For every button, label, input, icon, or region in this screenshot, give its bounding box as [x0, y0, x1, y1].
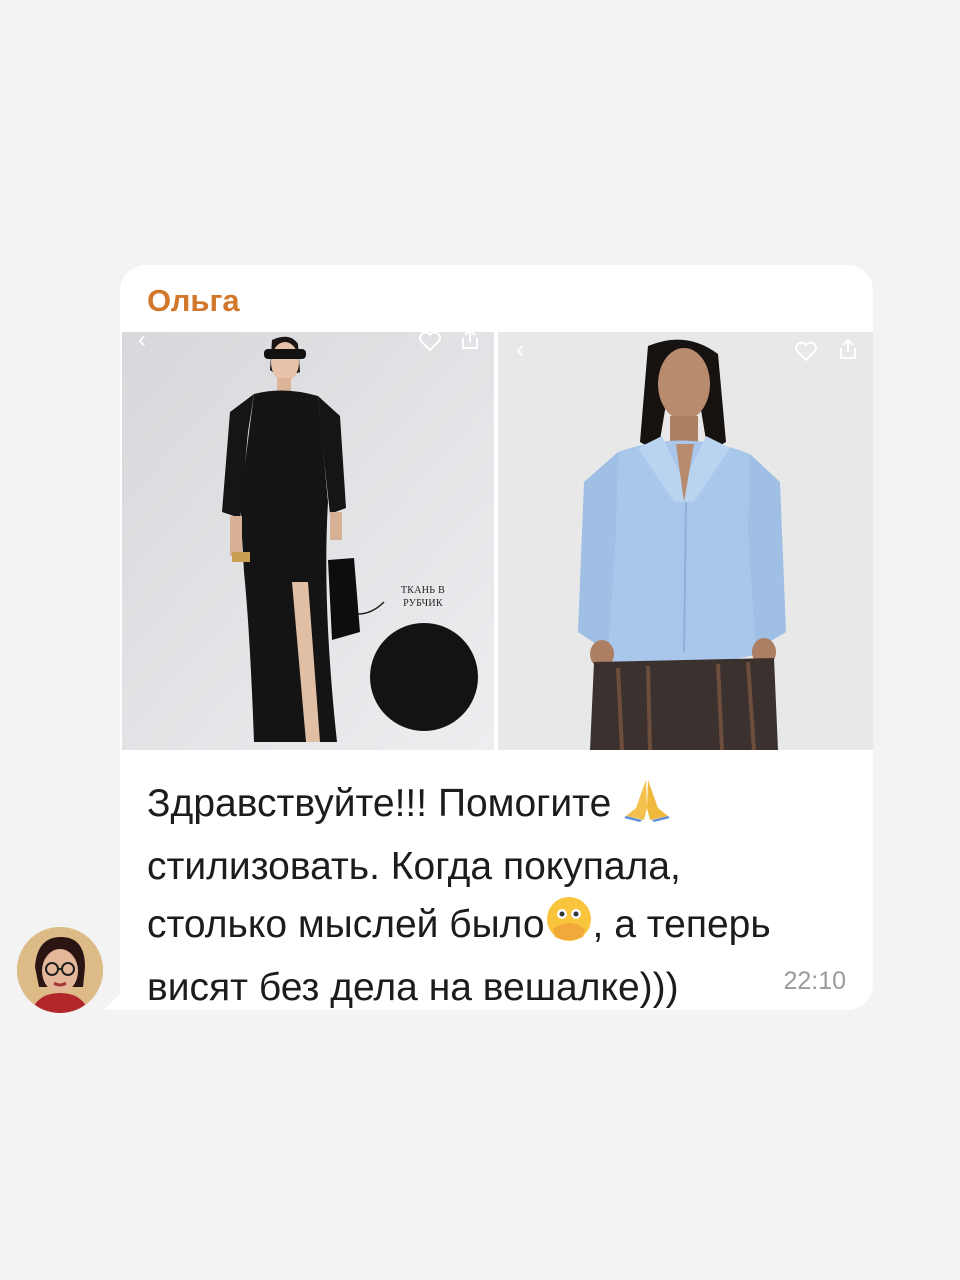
share-icon[interactable]: [460, 332, 480, 350]
message-line-3-tail: , а теперь: [592, 903, 771, 946]
message-line-3: столько мыслей было , а теперь: [147, 895, 837, 959]
message-text[interactable]: Здравствуйте!!! Помогите стилизовать. Ко…: [147, 775, 837, 1016]
share-icon[interactable]: [838, 338, 858, 360]
fabric-caption-line1: ТКАНЬ В: [400, 585, 446, 596]
fabric-caption-line2: РУБЧИК: [403, 598, 443, 609]
message-bubble[interactable]: Ольга ТКАНЬ В РУБЧИК ‹ ‹ Здравствуйте!!!…: [120, 265, 873, 1010]
avatar[interactable]: [17, 927, 103, 1013]
avatar-image: [17, 927, 103, 1013]
folded-hands-emoji: [622, 778, 672, 838]
fabric-caption: ТКАНЬ В РУБЧИК: [390, 584, 456, 610]
photo-album: ТКАНЬ В РУБЧИК ‹ ‹: [122, 332, 873, 750]
message-line-4: висят без дела на вешалке))): [147, 966, 679, 1009]
message-line-1-text: Здравствуйте!!! Помогите: [147, 782, 612, 825]
back-chevron-icon[interactable]: ‹: [138, 332, 146, 352]
face-with-open-eyes-and-hand-over-mouth-emoji: [545, 895, 593, 959]
heart-icon[interactable]: [794, 340, 818, 362]
photo-blue-shirt[interactable]: ‹: [498, 332, 873, 750]
blue-shirt-image: [498, 332, 873, 750]
photo-black-dress[interactable]: ТКАНЬ В РУБЧИК ‹: [122, 332, 494, 750]
message-line-3-text: столько мыслей было: [147, 903, 545, 946]
sender-name[interactable]: Ольга: [147, 283, 240, 319]
black-dress-image: [122, 332, 494, 750]
back-chevron-icon[interactable]: ‹: [516, 338, 524, 362]
message-time: 22:10: [783, 967, 846, 995]
message-line-1: Здравствуйте!!! Помогите: [147, 775, 837, 838]
message-line-2: стилизовать. Когда покупала,: [147, 845, 681, 888]
heart-icon[interactable]: [418, 332, 442, 352]
